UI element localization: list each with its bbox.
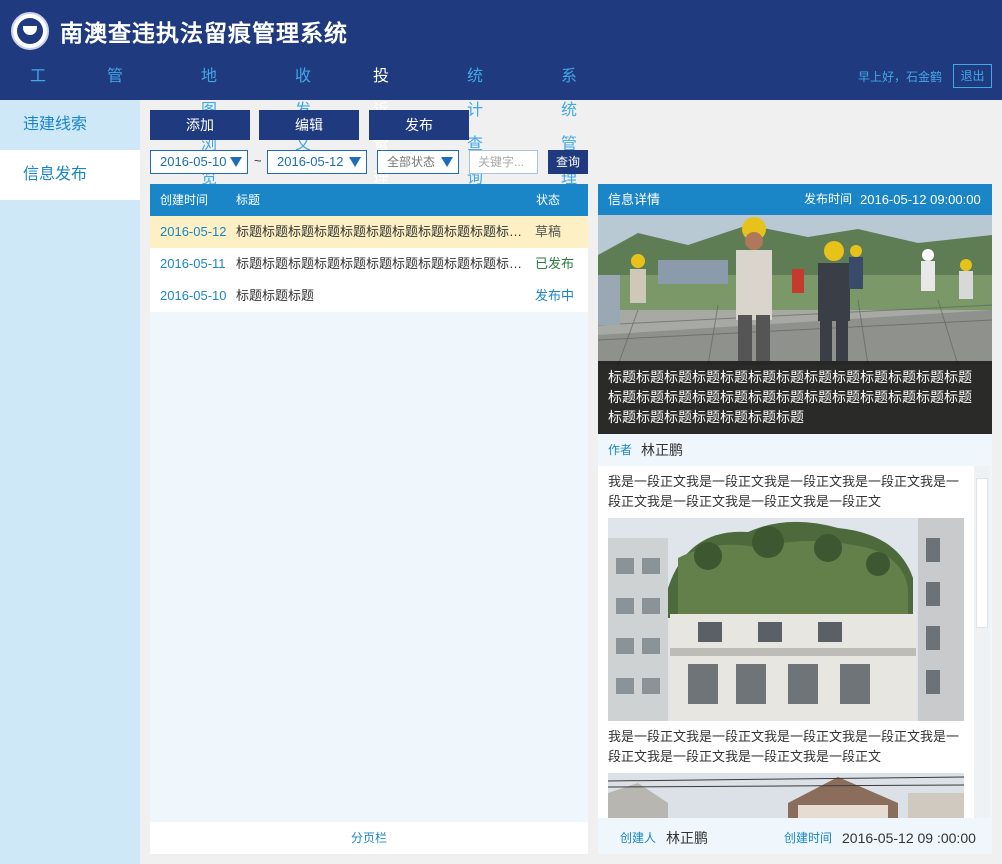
table-row[interactable]: 2016-05-12 标题标题标题标题标题标题标题标题标题标题标题... 草稿 xyxy=(150,216,588,248)
created-time-value: 2016-05-12 09 :00:00 xyxy=(842,830,976,846)
edit-button[interactable]: 编辑 xyxy=(259,110,359,140)
row-status: 已发布 xyxy=(535,256,575,271)
keyword-input[interactable] xyxy=(469,150,538,174)
dropdown-triangle-icon xyxy=(230,157,242,167)
add-button[interactable]: 添加 xyxy=(150,110,250,140)
article-scrollbar[interactable] xyxy=(974,466,990,818)
row-status: 发布中 xyxy=(535,288,575,303)
logout-button[interactable]: 退出 xyxy=(953,64,992,88)
rooftop-garden-image xyxy=(608,518,964,721)
row-title: 标题标题标题标题标题标题标题标题标题标题标题... xyxy=(236,256,532,271)
dropdown-triangle-icon xyxy=(349,157,361,167)
table-row[interactable]: 2016-05-11 标题标题标题标题标题标题标题标题标题标题标题... 已发布 xyxy=(150,248,588,280)
user-greeting: 早上好，石金鹤 xyxy=(858,70,943,84)
created-time-label: 创建时间 xyxy=(784,831,833,845)
pagination-bar[interactable]: 分页栏 xyxy=(150,822,588,854)
row-date: 2016-05-10 xyxy=(160,288,227,303)
publish-time-value: 2016-05-12 09:00:00 xyxy=(860,192,981,207)
row-title: 标题标题标题标题标题标题标题标题标题标题标题... xyxy=(236,224,532,239)
dropdown-triangle-icon xyxy=(441,157,453,167)
column-status: 状态 xyxy=(536,193,561,207)
status-select-value: 全部状态 xyxy=(387,155,436,169)
date-from-value: 2016-05-10 xyxy=(160,154,227,169)
author-row: 作者 林正鹏 xyxy=(598,438,992,462)
app-title: 南澳查违执法留痕管理系统 xyxy=(60,20,348,46)
author-name: 林正鹏 xyxy=(641,442,683,458)
list-header: 创建时间 标题 状态 xyxy=(150,184,588,216)
row-date: 2016-05-12 xyxy=(160,224,227,239)
creator-label: 创建人 xyxy=(620,831,657,845)
article-body: 我是一段正文我是一段正文我是一段正文我是一段正文我是一段正文我是一段正文我是一段… xyxy=(598,466,974,818)
publish-time-label: 发布时间 xyxy=(804,192,853,206)
logo-emblem-icon xyxy=(11,12,49,50)
hero-photo: 标题标题标题标题标题标题标题标题标题标题标题标题标题标题标题标题标题标题标题标题… xyxy=(598,215,992,434)
detail-title: 信息详情 xyxy=(608,192,661,207)
sidebar-item-clues[interactable]: 违建线索 xyxy=(0,100,140,150)
date-from-picker[interactable]: 2016-05-10 xyxy=(150,150,248,174)
article-paragraph: 我是一段正文我是一段正文我是一段正文我是一段正文我是一段正文我是一段正文我是一段… xyxy=(608,474,960,509)
article-image xyxy=(608,518,964,721)
status-select[interactable]: 全部状态 xyxy=(377,150,459,174)
nav-item-statistics[interactable]: 统计查询 xyxy=(467,60,483,196)
publish-button[interactable]: 发布 xyxy=(369,110,469,140)
row-date: 2016-05-11 xyxy=(160,256,226,271)
info-list-panel: 创建时间 标题 状态 2016-05-12 标题标题标题标题标题标题标题标题标题… xyxy=(150,184,588,854)
row-title: 标题标题标题 xyxy=(236,288,315,303)
app-header: 南澳查违执法留痕管理系统 工作台 管理中心 地图浏览 收发文 投诉管理 统计查询… xyxy=(0,0,1002,202)
article-image xyxy=(608,773,964,818)
table-row[interactable]: 2016-05-10 标题标题标题 发布中 xyxy=(150,280,588,312)
nav-item-system[interactable]: 系统管理 xyxy=(561,60,577,196)
date-range-separator: ~ xyxy=(254,153,262,168)
sidebar: 违建线索 信息发布 xyxy=(0,100,140,864)
column-created: 创建时间 xyxy=(160,193,209,207)
building-roof-image xyxy=(608,773,964,818)
column-title: 标题 xyxy=(236,193,261,207)
query-button[interactable]: 查询 xyxy=(548,150,588,174)
author-label: 作者 xyxy=(608,443,633,457)
scrollbar-thumb[interactable] xyxy=(976,478,988,628)
creator-name: 林正鹏 xyxy=(666,830,708,846)
article-paragraph: 我是一段正文我是一段正文我是一段正文我是一段正文我是一段正文我是一段正文我是一段… xyxy=(608,729,960,764)
date-to-value: 2016-05-12 xyxy=(277,154,344,169)
hero-caption: 标题标题标题标题标题标题标题标题标题标题标题标题标题标题标题标题标题标题标题标题… xyxy=(598,361,992,434)
date-to-picker[interactable]: 2016-05-12 xyxy=(267,150,367,174)
detail-footer: 创建人 林正鹏 创建时间 2016-05-12 09 :00:00 xyxy=(598,822,992,854)
info-detail-panel: 信息详情 发布时间 2016-05-12 09:00:00 标题标题标题标题标题… xyxy=(598,184,992,854)
sidebar-item-publish[interactable]: 信息发布 xyxy=(0,150,140,200)
row-status: 草稿 xyxy=(535,224,562,239)
detail-header: 信息详情 发布时间 2016-05-12 09:00:00 xyxy=(598,184,992,215)
